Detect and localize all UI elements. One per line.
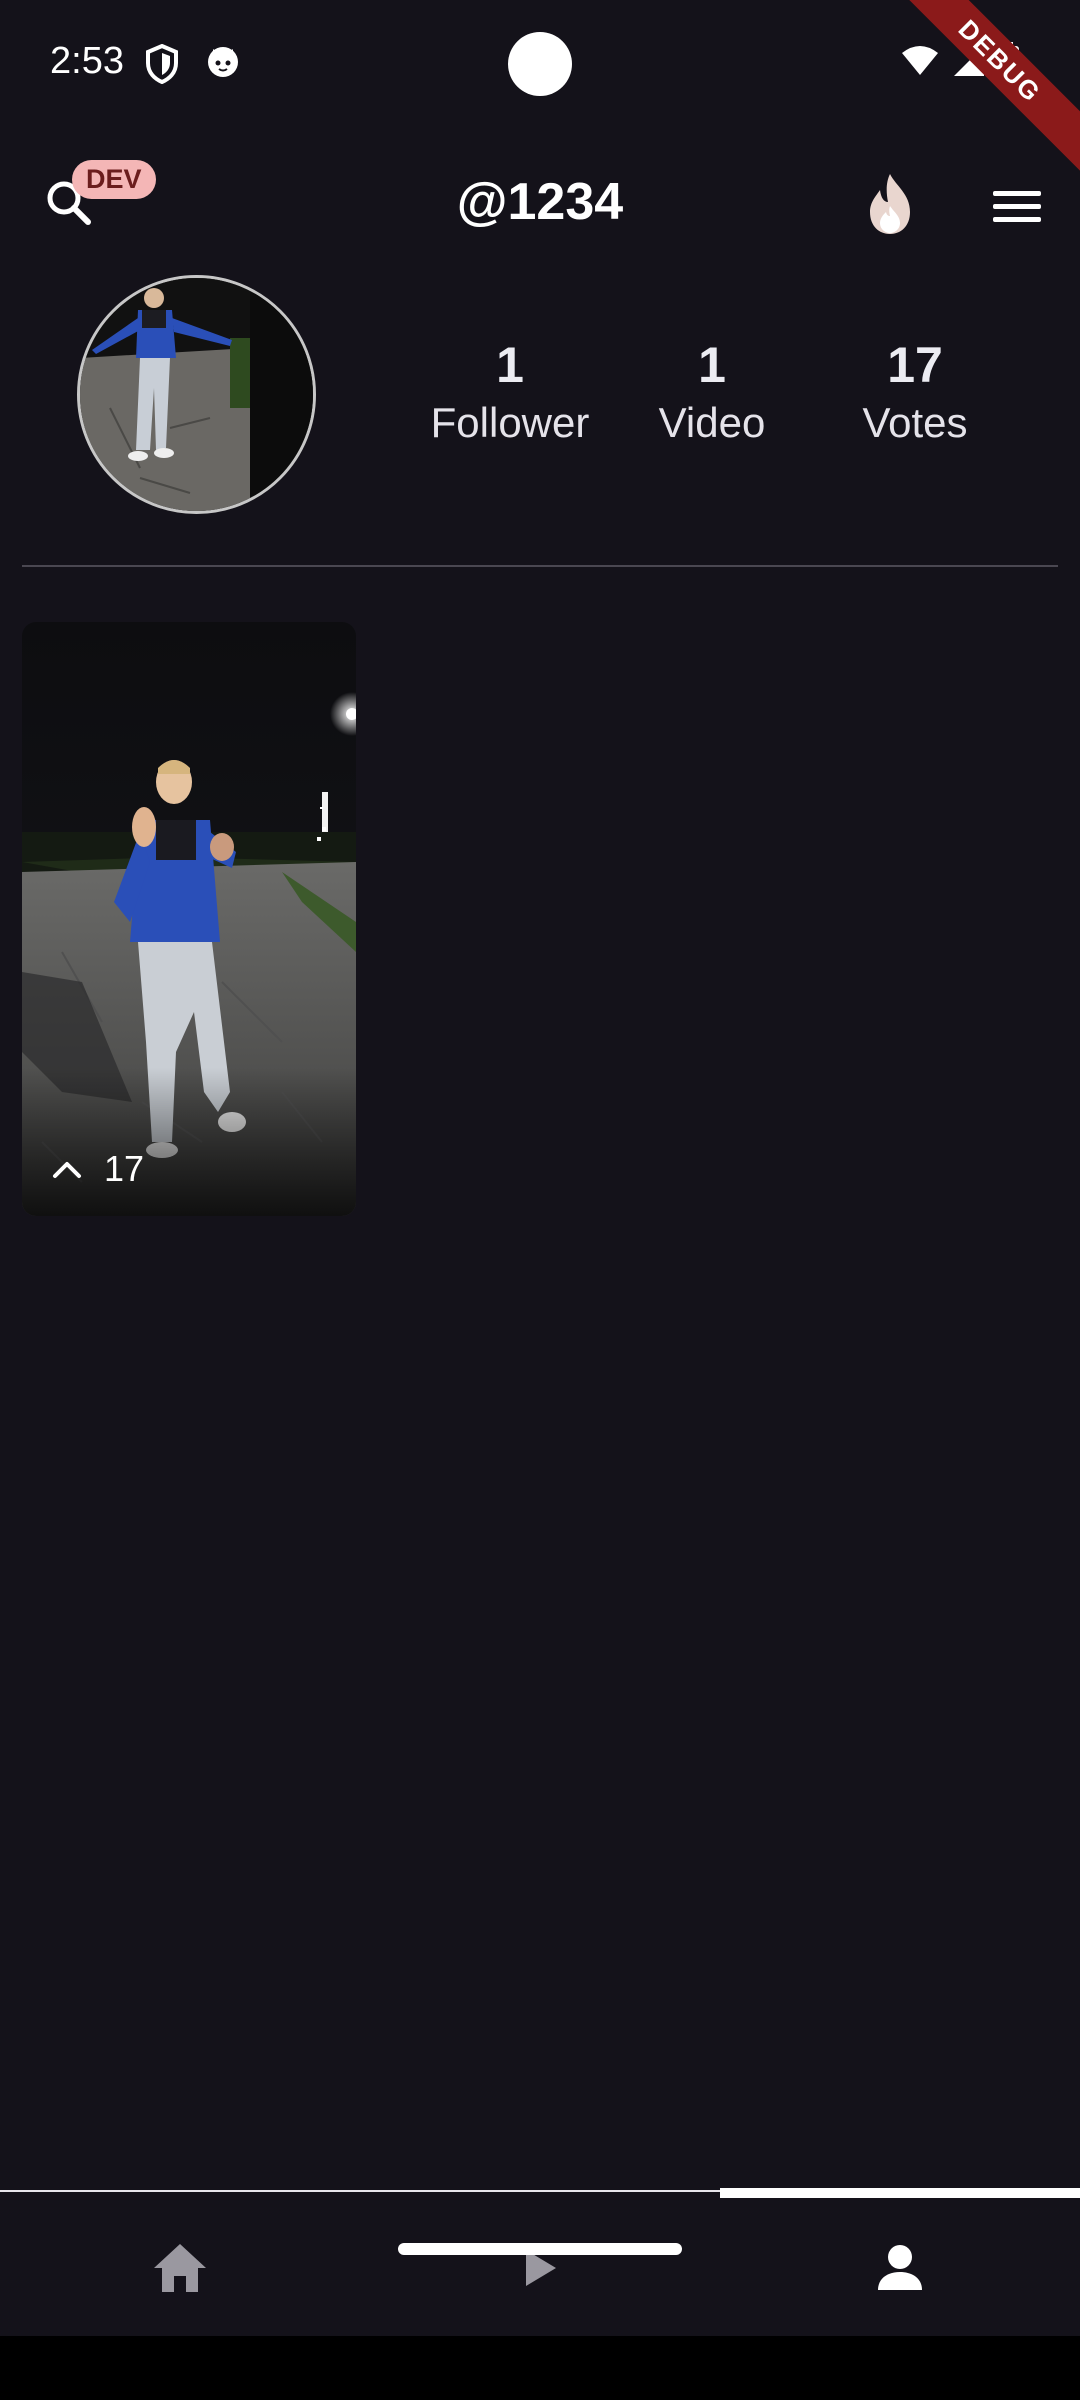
- bottom-nav: [0, 2198, 1080, 2336]
- hamburger-menu-icon: [993, 191, 1041, 222]
- fire-icon: [870, 174, 910, 234]
- menu-button[interactable]: [990, 180, 1044, 234]
- chevron-up-icon: [53, 1162, 81, 1178]
- votes-label: Votes: [862, 399, 968, 446]
- divider: [22, 565, 1058, 567]
- cat-notification-icon: [205, 44, 241, 85]
- wifi-icon: [900, 45, 940, 82]
- gesture-bar-area: [0, 2336, 1080, 2400]
- status-bar: 2:53 DEBUG: [0, 0, 1080, 182]
- avatar[interactable]: [77, 275, 316, 514]
- nav-active-indicator: [720, 2188, 1080, 2198]
- avatar-image: [80, 278, 313, 511]
- page-title: @1234: [456, 173, 624, 231]
- person-icon: [878, 2245, 922, 2290]
- followers-count: 1: [496, 337, 524, 393]
- camera-cutout: [508, 32, 572, 96]
- videos-stat[interactable]: 1 Video: [612, 335, 812, 450]
- votes-count: 17: [887, 337, 943, 393]
- gesture-handle[interactable]: [398, 2243, 682, 2255]
- dev-badge: DEV: [72, 160, 156, 199]
- profile-header: DEV @1234: [0, 150, 1080, 260]
- followers-stat[interactable]: 1 Follower: [410, 335, 610, 450]
- nav-item-profile[interactable]: [720, 2228, 1080, 2308]
- trending-button[interactable]: [862, 172, 922, 242]
- nav-item-play[interactable]: [360, 2228, 720, 2308]
- home-icon: [154, 2244, 206, 2292]
- video-votes: 17: [52, 1148, 144, 1190]
- followers-label: Follower: [430, 399, 590, 446]
- nav-item-home[interactable]: [0, 2228, 360, 2308]
- video-thumbnail[interactable]: 17: [22, 622, 356, 1216]
- video-votes-count: 17: [104, 1148, 145, 1189]
- status-time: 2:53: [50, 40, 124, 82]
- videos-label: Video: [658, 399, 766, 446]
- shield-icon: [145, 43, 179, 89]
- votes-stat[interactable]: 17 Votes: [815, 335, 1015, 450]
- video-thumbnail-image: [22, 622, 356, 1216]
- videos-count: 1: [698, 337, 726, 393]
